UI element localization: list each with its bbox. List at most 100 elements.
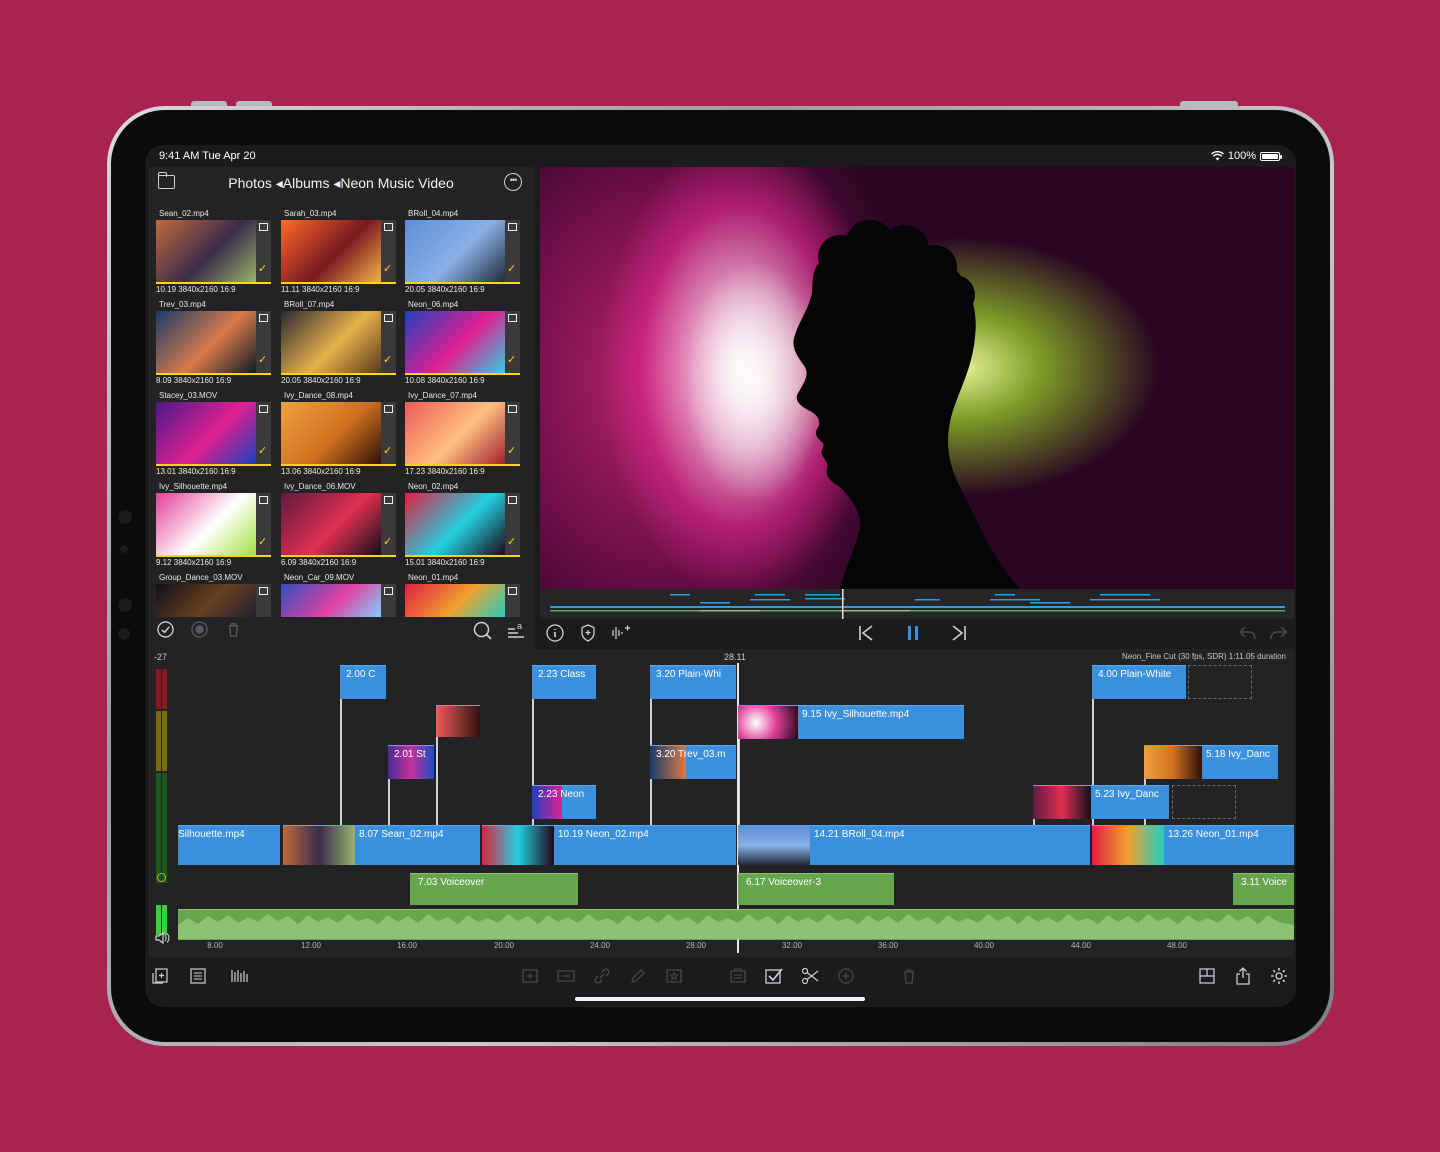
mark-icon[interactable] bbox=[508, 405, 517, 413]
primary-clip[interactable]: 10.19 Neon_02.mp4 bbox=[482, 825, 736, 865]
audio-icon[interactable] bbox=[611, 624, 631, 642]
checkmark-icon: ✓ bbox=[383, 263, 393, 275]
link-icon[interactable] bbox=[592, 967, 612, 985]
primary-clip[interactable]: 8.07 Sean_02.mp4 bbox=[283, 825, 480, 865]
clip-tile[interactable]: Ivy_Dance_07.mp4 ✓ 17.23 3840x2160 16:9 bbox=[405, 391, 523, 479]
waveform-icon[interactable] bbox=[229, 967, 249, 985]
mark-icon[interactable] bbox=[384, 223, 393, 231]
overwrite-icon[interactable] bbox=[556, 967, 576, 985]
share-icon[interactable] bbox=[1233, 967, 1253, 985]
mark-icon[interactable] bbox=[259, 223, 268, 231]
placeholder-clip[interactable] bbox=[1188, 665, 1252, 699]
voiceover-clip[interactable]: 6.17 Voiceover-3 bbox=[738, 873, 894, 905]
layout-icon[interactable] bbox=[1197, 967, 1217, 985]
voiceover-clip[interactable]: 3.11 Voice bbox=[1233, 873, 1294, 905]
primary-clip[interactable]: 14.21 BRoll_04.mp4 bbox=[738, 825, 1090, 865]
ellipsis-circle-icon[interactable]: ••• bbox=[504, 173, 522, 191]
skip-forward-icon[interactable] bbox=[951, 624, 967, 642]
favorite-icon[interactable] bbox=[664, 967, 684, 985]
media-browser: Photos ◂Albums ◂Neon Music Video ••• Sea… bbox=[148, 167, 534, 650]
used-indicator bbox=[156, 282, 271, 284]
home-indicator[interactable] bbox=[575, 997, 865, 1001]
voiceover-clip[interactable]: 7.03 Voiceover bbox=[410, 873, 578, 905]
connected-clip[interactable]: 5.23 Ivy_Danc bbox=[1033, 785, 1169, 819]
volume-icon[interactable] bbox=[154, 931, 170, 945]
clip-name: Neon_06.mp4 bbox=[408, 300, 459, 309]
clip-side-strip: ✓ bbox=[256, 220, 271, 282]
clip-tile[interactable]: BRoll_04.mp4 ✓ 20.05 3840x2160 16:9 bbox=[405, 209, 523, 297]
clip-tile[interactable]: Stacey_03.MOV ✓ 13.01 3840x2160 16:9 bbox=[156, 391, 274, 479]
pen-icon[interactable] bbox=[628, 967, 648, 985]
clip-tile[interactable]: Ivy_Dance_06.MOV ✓ 6.09 3840x2160 16:9 bbox=[281, 482, 399, 570]
used-indicator bbox=[156, 464, 271, 466]
browser-breadcrumb[interactable]: Photos ◂Albums ◂Neon Music Video bbox=[148, 175, 534, 192]
skip-back-icon[interactable] bbox=[858, 624, 874, 642]
time-ruler[interactable]: 8.00 12.00 16.00 20.00 24.00 28.00 32.00… bbox=[181, 941, 1296, 957]
connected-clip[interactable]: 3.20 Trev_03.m bbox=[650, 745, 736, 779]
mark-icon[interactable] bbox=[384, 405, 393, 413]
add-icon[interactable] bbox=[836, 967, 856, 985]
timeline[interactable]: -27 28.11 Neon_Fine Cut (30 fps, SDR) 1:… bbox=[148, 649, 1294, 957]
clipboard-icon[interactable] bbox=[728, 967, 748, 985]
clip-side-strip: ✓ bbox=[256, 402, 271, 464]
connected-clip[interactable]: 2.01 St bbox=[388, 745, 434, 779]
checkmark-icon: ✓ bbox=[383, 445, 393, 457]
mark-icon[interactable] bbox=[259, 405, 268, 413]
shield-icon[interactable] bbox=[580, 624, 596, 642]
insert-icon[interactable] bbox=[520, 967, 540, 985]
music-track[interactable] bbox=[178, 909, 1294, 940]
trash-icon[interactable] bbox=[225, 621, 242, 638]
title-clip[interactable]: 2.23 Class bbox=[532, 665, 596, 699]
used-indicator bbox=[281, 282, 396, 284]
clip-name: Neon_Car_09.MOV bbox=[284, 573, 355, 582]
mark-icon[interactable] bbox=[508, 314, 517, 322]
clip-tile[interactable]: Ivy_Dance_08.mp4 ✓ 13.06 3840x2160 16:9 bbox=[281, 391, 399, 479]
primary-clip[interactable]: Silhouette.mp4 bbox=[178, 825, 280, 865]
redo-icon[interactable] bbox=[1269, 624, 1289, 642]
mini-timeline[interactable] bbox=[540, 589, 1294, 619]
sort-icon[interactable]: a bbox=[506, 621, 526, 641]
checkbox-icon[interactable] bbox=[764, 967, 784, 985]
mark-icon[interactable] bbox=[384, 587, 393, 595]
clip-tile[interactable]: Trev_03.mp4 ✓ 8.09 3840x2160 16:9 bbox=[156, 300, 274, 388]
mark-icon[interactable] bbox=[508, 587, 517, 595]
add-media-icon[interactable] bbox=[150, 967, 170, 985]
mark-icon[interactable] bbox=[259, 587, 268, 595]
scissors-icon[interactable] bbox=[800, 967, 820, 985]
clip-tile[interactable]: Neon_06.mp4 ✓ 10.08 3840x2160 16:9 bbox=[405, 300, 523, 388]
trash-icon[interactable] bbox=[899, 967, 919, 985]
primary-clip[interactable]: 13.26 Neon_01.mp4 bbox=[1092, 825, 1294, 865]
clip-tile[interactable]: BRoll_07.mp4 ✓ 20.05 3840x2160 16:9 bbox=[281, 300, 399, 388]
title-clip[interactable]: 4.00 Plain-White bbox=[1092, 665, 1186, 699]
search-icon[interactable] bbox=[473, 621, 493, 641]
clip-thumbnail bbox=[281, 402, 381, 464]
connected-clip[interactable]: 5.18 Ivy_Danc bbox=[1144, 745, 1278, 779]
clip-tile[interactable]: Neon_02.mp4 ✓ 15.01 3840x2160 16:9 bbox=[405, 482, 523, 570]
clip-meta: 9.12 3840x2160 16:9 bbox=[156, 558, 232, 567]
title-clip[interactable]: 2.00 C bbox=[340, 665, 386, 699]
clip-connector bbox=[340, 695, 342, 825]
mark-icon[interactable] bbox=[259, 314, 268, 322]
undo-icon[interactable] bbox=[1237, 624, 1257, 642]
ruler-tick: 16.00 bbox=[396, 941, 418, 950]
connected-clip[interactable]: 9.15 Ivy_Silhouette.mp4 bbox=[738, 705, 964, 739]
clip-tile[interactable]: Ivy_Silhouette.mp4 ✓ 9.12 3840x2160 16:9 bbox=[156, 482, 274, 570]
mark-icon[interactable] bbox=[384, 496, 393, 504]
record-icon[interactable] bbox=[191, 621, 208, 638]
clip-tile[interactable]: Sean_02.mp4 ✓ 10.19 3840x2160 16:9 bbox=[156, 209, 274, 297]
list-icon[interactable] bbox=[188, 967, 208, 985]
video-viewer[interactable] bbox=[540, 167, 1294, 589]
title-clip[interactable]: 3.20 Plain-Whi bbox=[650, 665, 736, 699]
pause-icon[interactable] bbox=[906, 624, 920, 642]
clip-tile[interactable]: Sarah_03.mp4 ✓ 11.11 3840x2160 16:9 bbox=[281, 209, 399, 297]
connected-clip[interactable]: 2.23 Neon bbox=[532, 785, 596, 819]
mark-icon[interactable] bbox=[259, 496, 268, 504]
mark-icon[interactable] bbox=[508, 223, 517, 231]
info-icon[interactable] bbox=[546, 624, 564, 642]
settings-icon[interactable] bbox=[1269, 967, 1289, 985]
placeholder-clip[interactable] bbox=[1172, 785, 1236, 819]
checkmark-circle-icon[interactable] bbox=[157, 621, 174, 638]
image-clip[interactable] bbox=[436, 705, 480, 737]
mark-icon[interactable] bbox=[384, 314, 393, 322]
mark-icon[interactable] bbox=[508, 496, 517, 504]
